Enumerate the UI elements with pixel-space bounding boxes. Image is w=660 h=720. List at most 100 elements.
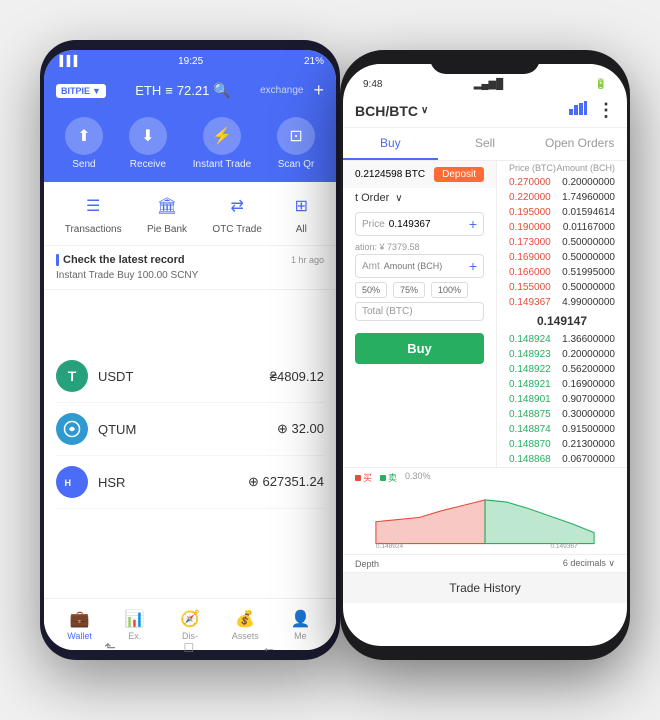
svg-text:0.149367: 0.149367: [550, 543, 578, 549]
total-input-row: Total (BTC): [355, 302, 484, 321]
trade-tabs: Buy Sell Open Orders: [343, 128, 627, 161]
android-signal: ▐▐▐: [56, 56, 77, 67]
pct-75[interactable]: 75%: [393, 282, 425, 298]
deposit-button[interactable]: Deposit: [434, 167, 484, 182]
bitpie-logo[interactable]: BITPIE ▼: [56, 84, 106, 98]
ask-row: 0.169000 0.50000000: [497, 250, 627, 265]
menu-all[interactable]: ⊞ All: [287, 192, 315, 235]
deposit-row: 0.2124598 BTC Deposit: [343, 161, 496, 188]
exchange-label: exchange: [260, 85, 303, 96]
coin-item-usdt[interactable]: T USDT ₴4809.12: [56, 350, 324, 403]
pct-50[interactable]: 50%: [355, 282, 387, 298]
bid-row: 0.148870 0.21300000: [497, 437, 627, 452]
buy-button[interactable]: Buy: [355, 333, 484, 364]
percent-buttons: 50% 75% 100%: [355, 282, 484, 298]
instant-trade-button[interactable]: ⚡ Instant Trade: [193, 117, 251, 170]
legend-buy: 买: [355, 471, 372, 484]
decimals-selector[interactable]: 6 decimals ∨: [563, 558, 615, 569]
depth-chart-container: 0.148924 0.149367: [343, 489, 627, 554]
order-type-chevron[interactable]: ∨: [395, 193, 402, 204]
depth-chart: 0.148924 0.149367: [355, 489, 615, 549]
coin-item-qtum[interactable]: QTUM ⊕ 32.00: [56, 403, 324, 456]
tab-buy[interactable]: Buy: [343, 128, 438, 160]
chart-icon[interactable]: [569, 101, 587, 120]
trade-history-button[interactable]: Trade History: [343, 572, 627, 603]
iphone: 9:48 ▂▄▆█ 🔋 BCH/BTC ∨: [340, 50, 630, 660]
more-icon[interactable]: ⋮: [597, 100, 615, 121]
plus-icon[interactable]: +: [313, 80, 324, 101]
send-button[interactable]: ⬆ Send: [65, 117, 103, 170]
total-input[interactable]: [417, 306, 477, 317]
ask-row: 0.220000 1.74960000: [497, 190, 627, 205]
menu-otc-trade[interactable]: ⇄ OTC Trade: [212, 192, 261, 235]
me-icon: 👤: [290, 609, 310, 629]
price-input[interactable]: [389, 219, 469, 230]
android-header-actions: exchange +: [260, 80, 324, 101]
record-header: Check the latest record 1 hr ago: [56, 254, 324, 266]
pair-selector[interactable]: BCH/BTC ∨: [355, 103, 428, 119]
bids-list: 0.148924 1.36600000 0.148923 0.20000000 …: [497, 332, 627, 467]
action-buttons-row: ⬆ Send ⬇ Receive ⚡ Instant Trade ⊡ Scan …: [44, 111, 336, 182]
ask-row: 0.173000 0.50000000: [497, 235, 627, 250]
coin-list: T USDT ₴4809.12 QTUM ⊕ 32.00: [44, 350, 336, 509]
ask-row: 0.166000 0.51995000: [497, 265, 627, 280]
qr-icon: ⊡: [277, 117, 315, 155]
iphone-time: 9:48: [363, 79, 382, 90]
android-status-bar: ▐▐▐ 19:25 21%: [44, 50, 336, 72]
iphone-header: BCH/BTC ∨ ⋮: [343, 94, 627, 128]
buy-form: 0.2124598 BTC Deposit t Order ∨ Price +: [343, 161, 497, 467]
otc-icon: ⇄: [223, 192, 251, 220]
price-plus-btn[interactable]: +: [469, 216, 477, 232]
tab-open-orders[interactable]: Open Orders: [532, 128, 627, 160]
usdt-name: USDT: [98, 369, 270, 384]
android-phone: ▐▐▐ 19:25 21% BITPIE ▼ ETH ≡ 72.21 🔍 exc…: [40, 40, 340, 660]
ask-row: 0.195000 0.01594614: [497, 205, 627, 220]
coin-item-hsr[interactable]: H HSR ⊕ 627351.24: [56, 456, 324, 509]
order-type-label: t Order: [355, 192, 389, 204]
price-input-row: Price +: [355, 212, 484, 236]
home-soft-btn[interactable]: □: [185, 639, 193, 656]
amount-plus-btn[interactable]: +: [469, 258, 477, 274]
assets-icon: 💰: [235, 609, 255, 629]
back-soft-btn[interactable]: ⬑: [104, 639, 116, 656]
android-time: 19:25: [178, 56, 203, 67]
menu-row: ☰ Transactions 🏛 Pie Bank ⇄ OTC Trade ⊞ …: [44, 182, 336, 246]
menu-pie-bank[interactable]: 🏛 Pie Bank: [147, 192, 187, 235]
bid-row: 0.148901 0.90700000: [497, 392, 627, 407]
record-content: Instant Trade Buy 100.00 SCNY: [56, 270, 324, 281]
mid-price: 0.149147: [497, 310, 627, 332]
pct-100[interactable]: 100%: [431, 282, 468, 298]
menu-transactions[interactable]: ☰ Transactions: [65, 192, 122, 235]
recent-soft-btn[interactable]: ←: [262, 639, 276, 656]
qtum-icon: [56, 413, 88, 445]
nav-wallet[interactable]: 💼 Wallet: [52, 609, 107, 641]
scan-qr-button[interactable]: ⊡ Scan Qr: [277, 117, 315, 170]
bid-row: 0.148868 0.06700000: [497, 452, 627, 467]
main-content: 0.2124598 BTC Deposit t Order ∨ Price +: [343, 161, 627, 467]
usdt-balance: ₴4809.12: [270, 369, 324, 384]
android-header: BITPIE ▼ ETH ≡ 72.21 🔍 exchange +: [44, 72, 336, 111]
receive-button[interactable]: ⬇ Receive: [129, 117, 167, 170]
amount-input[interactable]: [384, 261, 469, 271]
depth-row: Depth 6 decimals ∨: [343, 554, 627, 572]
orderbook: Price (BTC) Amount (BCH) 0.270000 0.2000…: [497, 161, 627, 467]
transactions-icon: ☰: [79, 192, 107, 220]
wallet-icon: 💼: [70, 609, 90, 629]
ask-row: 0.190000 0.01167000: [497, 220, 627, 235]
iphone-screen: 9:48 ▂▄▆█ 🔋 BCH/BTC ∨: [343, 64, 627, 646]
nav-exchange[interactable]: 📊 Ex.: [107, 609, 162, 641]
nav-assets[interactable]: 💰 Assets: [218, 609, 273, 641]
chart-percent: 0.30%: [405, 471, 431, 484]
tab-sell[interactable]: Sell: [438, 128, 533, 160]
nav-me[interactable]: 👤 Me: [273, 609, 328, 641]
android-battery: 21%: [304, 56, 324, 67]
record-time: 1 hr ago: [291, 255, 324, 265]
bid-row: 0.148923 0.20000000: [497, 347, 627, 362]
nav-discover[interactable]: 🧭 Dis-: [162, 609, 217, 641]
android-screen: ▐▐▐ 19:25 21% BITPIE ▼ ETH ≡ 72.21 🔍 exc…: [44, 50, 336, 650]
bid-row: 0.148924 1.36600000: [497, 332, 627, 347]
chart-section: 买 卖 0.30% 0.1489: [343, 467, 627, 572]
ask-row: 0.149367 4.99000000: [497, 295, 627, 310]
search-icon[interactable]: 🔍: [213, 82, 230, 99]
chart-legend: 买 卖 0.30%: [343, 468, 627, 487]
